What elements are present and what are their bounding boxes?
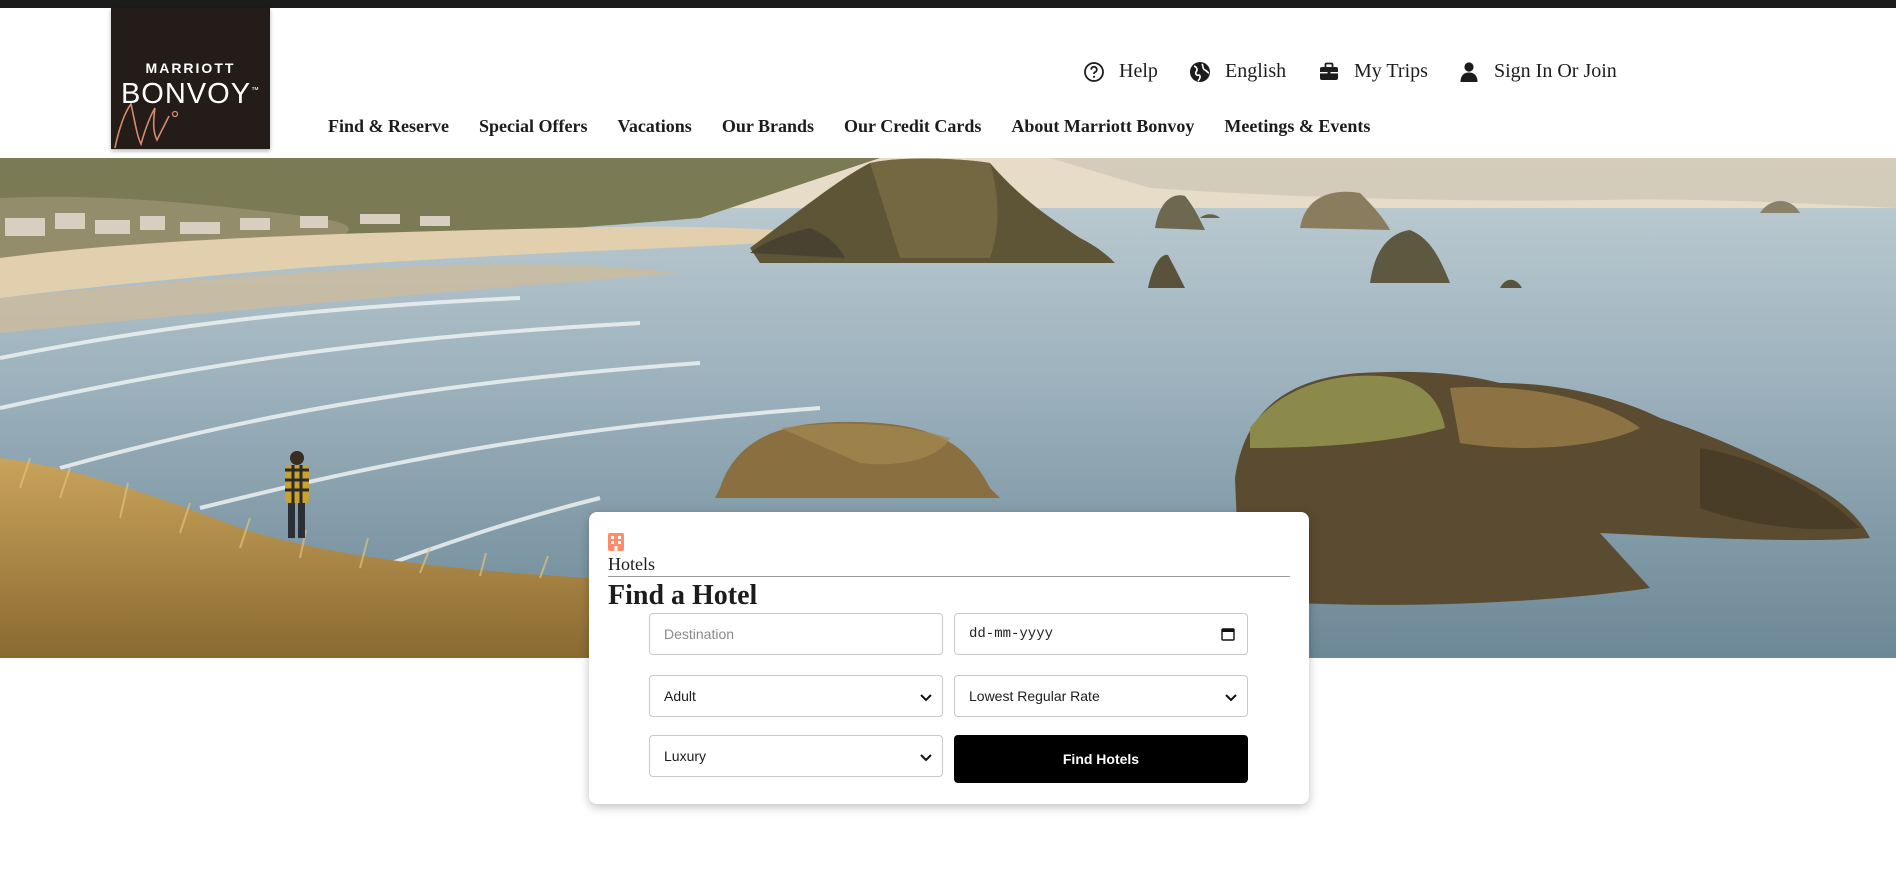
chevron-down-icon (1225, 694, 1237, 702)
hotels-tab[interactable]: Hotels (608, 554, 655, 575)
my-trips-link[interactable]: My Trips (1318, 60, 1428, 83)
help-circle-icon (1084, 61, 1104, 82)
logo-line-1: MARRIOTT (145, 60, 236, 76)
date-placeholder: dd-mm-yyyy (969, 626, 1054, 642)
help-label: Help (1119, 60, 1158, 82)
language-label: English (1225, 60, 1287, 82)
briefcase-icon (1320, 62, 1338, 80)
hotel-building-icon (608, 533, 624, 551)
nav-credit-cards[interactable]: Our Credit Cards (844, 116, 981, 137)
nav-meetings-events[interactable]: Meetings & Events (1224, 116, 1370, 137)
nav-find-reserve[interactable]: Find & Reserve (328, 116, 449, 137)
rate-select[interactable]: Lowest Regular Rate (954, 675, 1248, 717)
nav-special-offers[interactable]: Special Offers (479, 116, 587, 137)
help-link[interactable]: Help (1083, 60, 1158, 83)
marriott-bonvoy-logo[interactable]: MARRIOTT BONVOY™ (111, 8, 270, 149)
brand-select[interactable]: Luxury (649, 735, 943, 777)
brand-selected-value: Luxury (664, 748, 707, 764)
globe-icon (1190, 61, 1210, 82)
chevron-down-icon (920, 694, 932, 702)
find-hotels-button[interactable]: Find Hotels (954, 735, 1248, 783)
guests-select[interactable]: Adult (649, 675, 943, 717)
nav-our-brands[interactable]: Our Brands (722, 116, 814, 137)
hotel-search-card: Hotels Find a Hotel Destination dd-mm-yy… (589, 512, 1309, 804)
guests-selected-value: Adult (664, 688, 696, 704)
my-trips-label: My Trips (1354, 60, 1428, 82)
rate-selected-value: Lowest Regular Rate (969, 688, 1100, 704)
tab-divider (608, 576, 1290, 577)
chevron-down-icon (920, 754, 932, 762)
date-input[interactable]: dd-mm-yyyy (954, 613, 1248, 655)
calendar-icon[interactable] (1221, 627, 1235, 641)
language-selector[interactable]: English (1189, 60, 1286, 83)
search-title: Find a Hotel (608, 580, 758, 611)
user-icon (1460, 61, 1478, 82)
nav-vacations[interactable]: Vacations (617, 116, 691, 137)
destination-placeholder: Destination (664, 626, 735, 642)
sign-in-link[interactable]: Sign In Or Join (1458, 60, 1617, 83)
logo-trademark: ™ (251, 85, 261, 95)
top-border (0, 0, 1896, 8)
nav-about[interactable]: About Marriott Bonvoy (1011, 116, 1194, 137)
main-nav: Find & Reserve Special Offers Vacations … (328, 116, 1400, 137)
logo-wordmark: BONVOY (120, 78, 252, 110)
sign-in-label: Sign In Or Join (1494, 60, 1617, 82)
destination-input[interactable]: Destination (649, 613, 943, 655)
logo-line-2: BONVOY™ (111, 78, 270, 111)
